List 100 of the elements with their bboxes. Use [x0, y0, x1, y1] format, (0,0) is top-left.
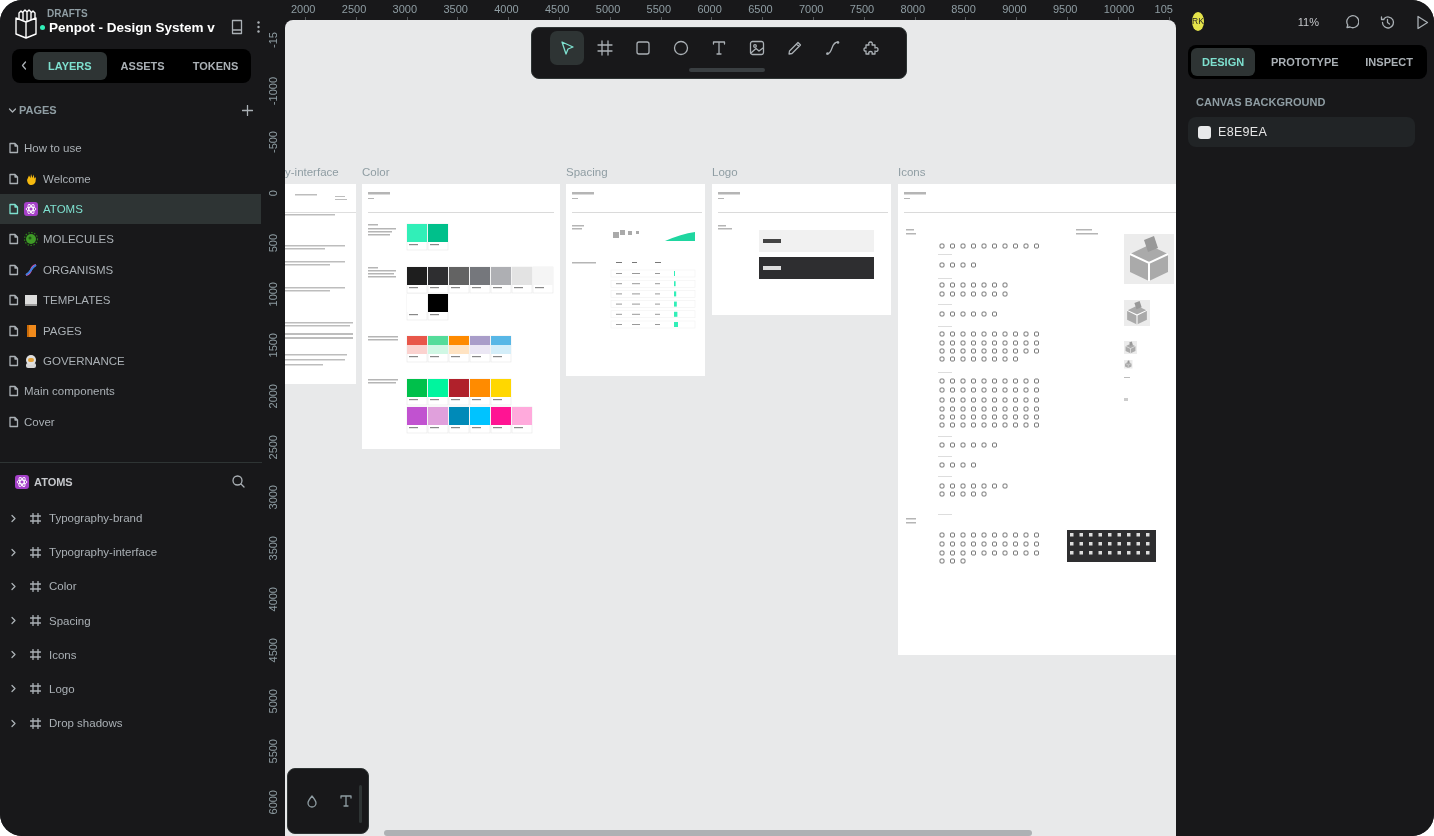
page-icon [8, 385, 19, 398]
chevron-right-icon[interactable] [10, 684, 17, 694]
ruler-label: 0 [266, 189, 279, 196]
ruler-label: 8500 [951, 3, 976, 15]
layer-item[interactable]: Drop shadows [0, 706, 262, 741]
page-icon [8, 263, 19, 276]
ruler-label: 5000 [595, 3, 621, 15]
layer-item[interactable]: Logo [0, 671, 262, 707]
board-icon [30, 580, 41, 592]
text-icon[interactable] [340, 795, 352, 807]
page-icon [8, 324, 19, 337]
dna-icon [24, 262, 38, 277]
page-item[interactable]: ATOMS [0, 193, 261, 225]
drop-icon[interactable] [306, 794, 318, 808]
page-icon [8, 294, 19, 307]
page-icon [24, 293, 38, 308]
atom-icon [24, 201, 38, 216]
layer-item[interactable]: Spacing [0, 603, 262, 638]
circle-icon [672, 39, 690, 57]
page-item[interactable]: PAGES [0, 315, 261, 346]
ruler-label: 4500 [545, 3, 570, 15]
chevron-right-icon[interactable] [10, 718, 17, 728]
chevron-right-icon[interactable] [10, 513, 17, 523]
color-swatch[interactable] [1198, 125, 1211, 139]
panel-tab[interactable]: LAYERS [33, 52, 107, 80]
status-dot [40, 25, 45, 30]
app-logo-icon [13, 9, 39, 39]
page-item[interactable]: Welcome [0, 163, 261, 194]
ruler-label: -15 [266, 32, 279, 49]
curve-icon [824, 39, 842, 57]
history-icon[interactable] [1380, 14, 1395, 30]
section-title: CANVAS BACKGROUND [1196, 96, 1327, 108]
chevron-right-icon[interactable] [10, 650, 17, 660]
comment-icon[interactable] [1344, 14, 1359, 30]
board-icon [30, 615, 41, 627]
page-item[interactable]: How to use [0, 133, 261, 164]
ruler-label: 3000 [266, 485, 279, 510]
ruler-label: 2000 [291, 3, 316, 15]
ruler-label: 5500 [646, 3, 672, 15]
ruler-label: 500 [266, 234, 279, 253]
page-item[interactable]: Cover [0, 406, 261, 437]
page-item[interactable]: Main components [0, 376, 261, 407]
panel-tab[interactable]: ASSETS [106, 52, 179, 80]
panel-tab[interactable]: DESIGN [1191, 48, 1256, 76]
page-icon [8, 142, 19, 155]
project-label: DRAFTS [47, 8, 89, 19]
more-icon[interactable] [257, 20, 260, 33]
ruler-label: 1500 [266, 332, 279, 358]
board-icon [596, 39, 614, 57]
astronaut-icon [24, 353, 38, 368]
ruler-label: 4000 [266, 586, 279, 612]
page-item[interactable]: MOLECULES [0, 224, 261, 255]
ruler-label: 4000 [494, 3, 519, 15]
user-avatar[interactable]: RK [1192, 11, 1204, 31]
ruler-label: 8000 [900, 3, 926, 15]
panel-tab[interactable]: INSPECT [1354, 48, 1424, 76]
file-name[interactable]: Penpot - Design System v [49, 20, 215, 35]
board-icon [30, 546, 41, 558]
drag-handle[interactable] [689, 68, 765, 72]
scrollbar[interactable] [384, 830, 1032, 836]
chevron-right-icon[interactable] [10, 581, 17, 591]
chevron-left-icon [21, 61, 27, 70]
page-icon [8, 172, 19, 185]
page-item[interactable]: GOVERNANCE [0, 345, 261, 377]
ruler-label: 1000 [266, 282, 279, 307]
add-icon[interactable] [242, 104, 253, 116]
color-field[interactable]: E8E9EA [1188, 117, 1415, 147]
chevron-right-icon[interactable] [10, 547, 17, 557]
layers-title: ATOMS [34, 475, 73, 488]
ruler-label: 3000 [392, 3, 418, 15]
page-item[interactable]: TEMPLATES [0, 284, 261, 316]
rectangle-icon [634, 39, 652, 57]
layer-item[interactable]: Typography-interface [0, 535, 262, 570]
ruler-label: 4500 [266, 637, 279, 663]
ruler-label: 6000 [697, 3, 722, 15]
play-icon[interactable] [1416, 14, 1429, 30]
page-icon [8, 415, 19, 428]
chevron-right-icon[interactable] [10, 616, 17, 626]
zoom-level[interactable]: 11% [1297, 16, 1319, 28]
pencil-icon [786, 39, 804, 57]
chevron-down-icon[interactable] [8, 105, 17, 115]
layer-item[interactable]: Color [0, 569, 262, 604]
ruler-label: 105 [1154, 3, 1173, 15]
image-icon [748, 39, 766, 57]
tool-button[interactable] [550, 31, 584, 65]
layer-item[interactable]: Typography-brand [0, 500, 262, 536]
ruler-label: 2000 [266, 383, 279, 409]
panel-tab[interactable]: TOKENS [178, 52, 253, 80]
book-icon[interactable] [231, 18, 243, 35]
ruler-label: 6500 [748, 3, 773, 15]
panel-tab[interactable]: PROTOTYPE [1259, 48, 1350, 76]
ruler-label: 5000 [266, 688, 279, 713]
search-icon[interactable] [232, 475, 245, 489]
layer-item[interactable]: Icons [0, 637, 262, 672]
board-icon [30, 512, 41, 524]
page-icon [8, 202, 19, 215]
page-item[interactable]: ORGANISMS [0, 254, 261, 285]
board-icon [30, 649, 41, 661]
ruler-label: 5500 [266, 739, 279, 764]
text-icon [710, 39, 728, 57]
